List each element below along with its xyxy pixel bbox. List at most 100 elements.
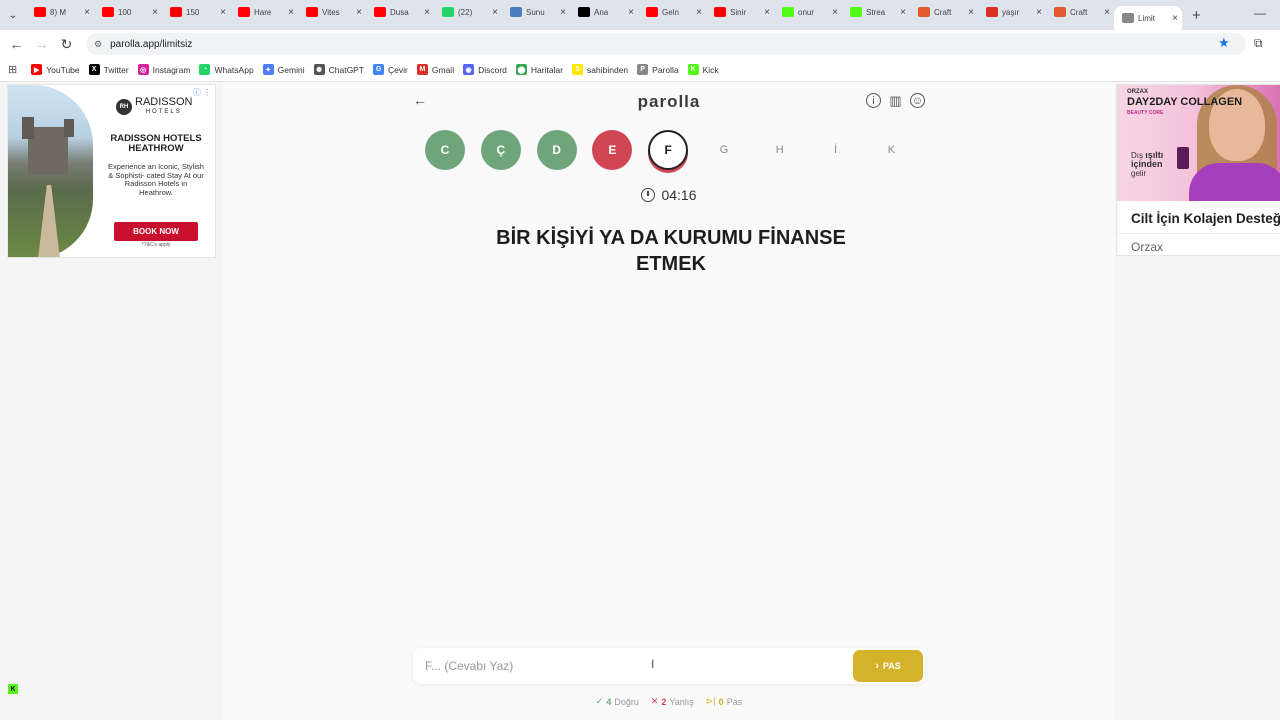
browser-tab[interactable]: 8) M × [26,0,94,24]
close-tab-icon[interactable]: × [356,7,362,18]
tab-search-button[interactable]: ⌄ [0,0,26,30]
tab-title: 100 [118,7,132,17]
bookmark-item[interactable]: ◉ Discord [463,64,507,75]
close-tab-icon[interactable]: × [832,7,838,18]
header-icons: i ▥ ☺ [859,93,925,108]
radisson-ad[interactable]: ⓘ ⋮ RH RADISSON HOTELS RADISSON HOTELS HE… [7,84,216,258]
browser-tab[interactable]: Geln × [638,0,706,24]
url-field[interactable]: ⚙ parolla.app/limitsiz [86,33,1246,55]
yt-icon [646,7,658,17]
bookmark-label: Twitter [103,64,129,75]
forward-arrow-icon[interactable]: → [29,36,54,52]
bookmark-star-icon[interactable]: ★ [1218,35,1230,51]
minimize-button[interactable]: — [1254,6,1266,20]
bookmark-item[interactable]: M Gmail [416,64,455,75]
tab-title: 150 [186,7,200,17]
browser-tab[interactable]: Sinir × [706,0,774,24]
bookmark-item[interactable]: Ssahibinden [572,64,628,75]
back-arrow-icon[interactable]: ← [4,36,29,52]
browser-tab[interactable]: Ana × [570,0,638,24]
close-tab-icon[interactable]: × [220,7,226,18]
pass-button[interactable]: › PAS [853,650,923,682]
stats-chart-icon[interactable]: ▥ [888,93,903,108]
doc-icon [510,7,522,17]
pass-stat: ⊳| 0 Pas [705,696,743,707]
browser-tab[interactable]: Hare × [230,0,298,24]
close-tab-icon[interactable]: × [968,7,974,18]
text-cursor-icon: I [651,657,655,671]
bookmark-icon: ◎ [137,64,149,75]
bookmark-icon: P [637,64,649,75]
wa-icon [442,7,454,17]
bookmark-item[interactable]: ⬤ Haritalar [515,64,563,75]
bookmark-item[interactable]: ✺ ChatGPT [313,64,365,75]
close-tab-icon[interactable]: × [628,7,634,18]
browser-tab[interactable]: yaşır × [978,0,1046,24]
browser-tab[interactable]: (22) × [434,0,502,24]
tab-title: yaşır [1002,7,1020,17]
close-tab-icon[interactable]: × [424,7,430,18]
question-text: BİR KİŞİYİ YA DA KURUMU FİNANSE ETMEK [496,227,846,275]
close-tab-icon[interactable]: × [696,7,702,18]
left-ad-column: ⓘ ⋮ RH RADISSON HOTELS RADISSON HOTELS HE… [0,83,223,720]
apps-grid-icon[interactable]: ⊞ [8,63,17,76]
answer-input[interactable] [413,659,853,673]
letter-circle-ok: C [425,130,465,170]
profile-icon[interactable]: ☺ [910,93,925,108]
close-tab-icon[interactable]: × [1036,7,1042,18]
ad-title[interactable]: Cilt İçin Kolajen Desteği [1131,211,1280,226]
tab-title: Dusa [390,7,409,17]
browser-tab[interactable]: Strea × [842,0,910,24]
browser-tab[interactable]: Sunu × [502,0,570,24]
browser-tab[interactable]: onur × [774,0,842,24]
gmail-icon [986,7,998,17]
close-tab-icon[interactable]: × [152,7,158,18]
close-tab-icon[interactable]: × [764,7,770,18]
ad-info-icon[interactable]: ⓘ ⋮ [193,87,211,98]
bookmark-item[interactable]: K Kick [687,64,719,75]
kick-floating-icon[interactable]: K [8,684,18,694]
tab-title: Craft [1070,7,1088,17]
letter-wheel: CÇDEF G H İ K [425,130,927,170]
bookmark-label: WhatsApp [214,64,254,75]
info-icon[interactable]: i [866,93,881,108]
browser-tab[interactable]: Vites × [298,0,366,24]
yt-icon [34,7,46,17]
bookmark-item[interactable]: ✦ Gemini [262,64,305,75]
browser-tab[interactable]: Dusa × [366,0,434,24]
bookmark-icon: S [572,64,584,75]
browser-tab[interactable]: Craft × [910,0,978,24]
close-tab-icon[interactable]: × [492,7,498,18]
bookmark-label: ChatGPT [328,64,365,75]
c-icon [1054,7,1066,17]
close-tab-icon[interactable]: × [900,7,906,18]
site-info-icon[interactable]: ⚙ [94,39,102,50]
bookmark-item[interactable]: ◔ WhatsApp [199,64,254,75]
ad-advertiser[interactable]: Orzax [1131,240,1163,254]
bookmark-item[interactable]: P Parolla [637,64,679,75]
bookmark-item[interactable]: ▶ YouTube [31,64,80,75]
yt-icon [306,7,318,17]
close-tab-icon[interactable]: × [1104,7,1110,18]
close-tab-icon[interactable]: × [288,7,294,18]
extensions-icon[interactable]: ⧉ [1254,36,1263,51]
orzax-ad[interactable]: ORZAX DAY2DAY COLLAGEN BEAUTY CORE Dış ış… [1116,84,1280,256]
browser-tab[interactable]: 100 × [94,0,162,24]
browser-tab[interactable]: 150 × [162,0,230,24]
new-tab-button[interactable]: + [1192,7,1201,24]
bookmark-item[interactable]: G Çevir [373,64,408,75]
close-tab-icon[interactable]: × [84,7,90,18]
bookmark-item[interactable]: ◎ Instagram [137,64,190,75]
close-tab-icon[interactable]: × [560,7,566,18]
reload-icon[interactable]: ↻ [54,36,79,53]
bookmark-item[interactable]: X Twitter [88,64,129,75]
close-tab-icon[interactable]: × [1172,13,1178,24]
bookmark-label: Gmail [431,64,455,75]
yt-icon [102,7,114,17]
browser-tab[interactable]: Limit × [1114,6,1182,30]
browser-tab[interactable]: Craft × [1046,0,1114,24]
page-content: ⓘ ⋮ RH RADISSON HOTELS RADISSON HOTELS HE… [0,83,1280,720]
tab-title: Strea [866,7,886,17]
book-now-button[interactable]: BOOK NOW [114,222,198,241]
castle-shape [22,117,74,175]
